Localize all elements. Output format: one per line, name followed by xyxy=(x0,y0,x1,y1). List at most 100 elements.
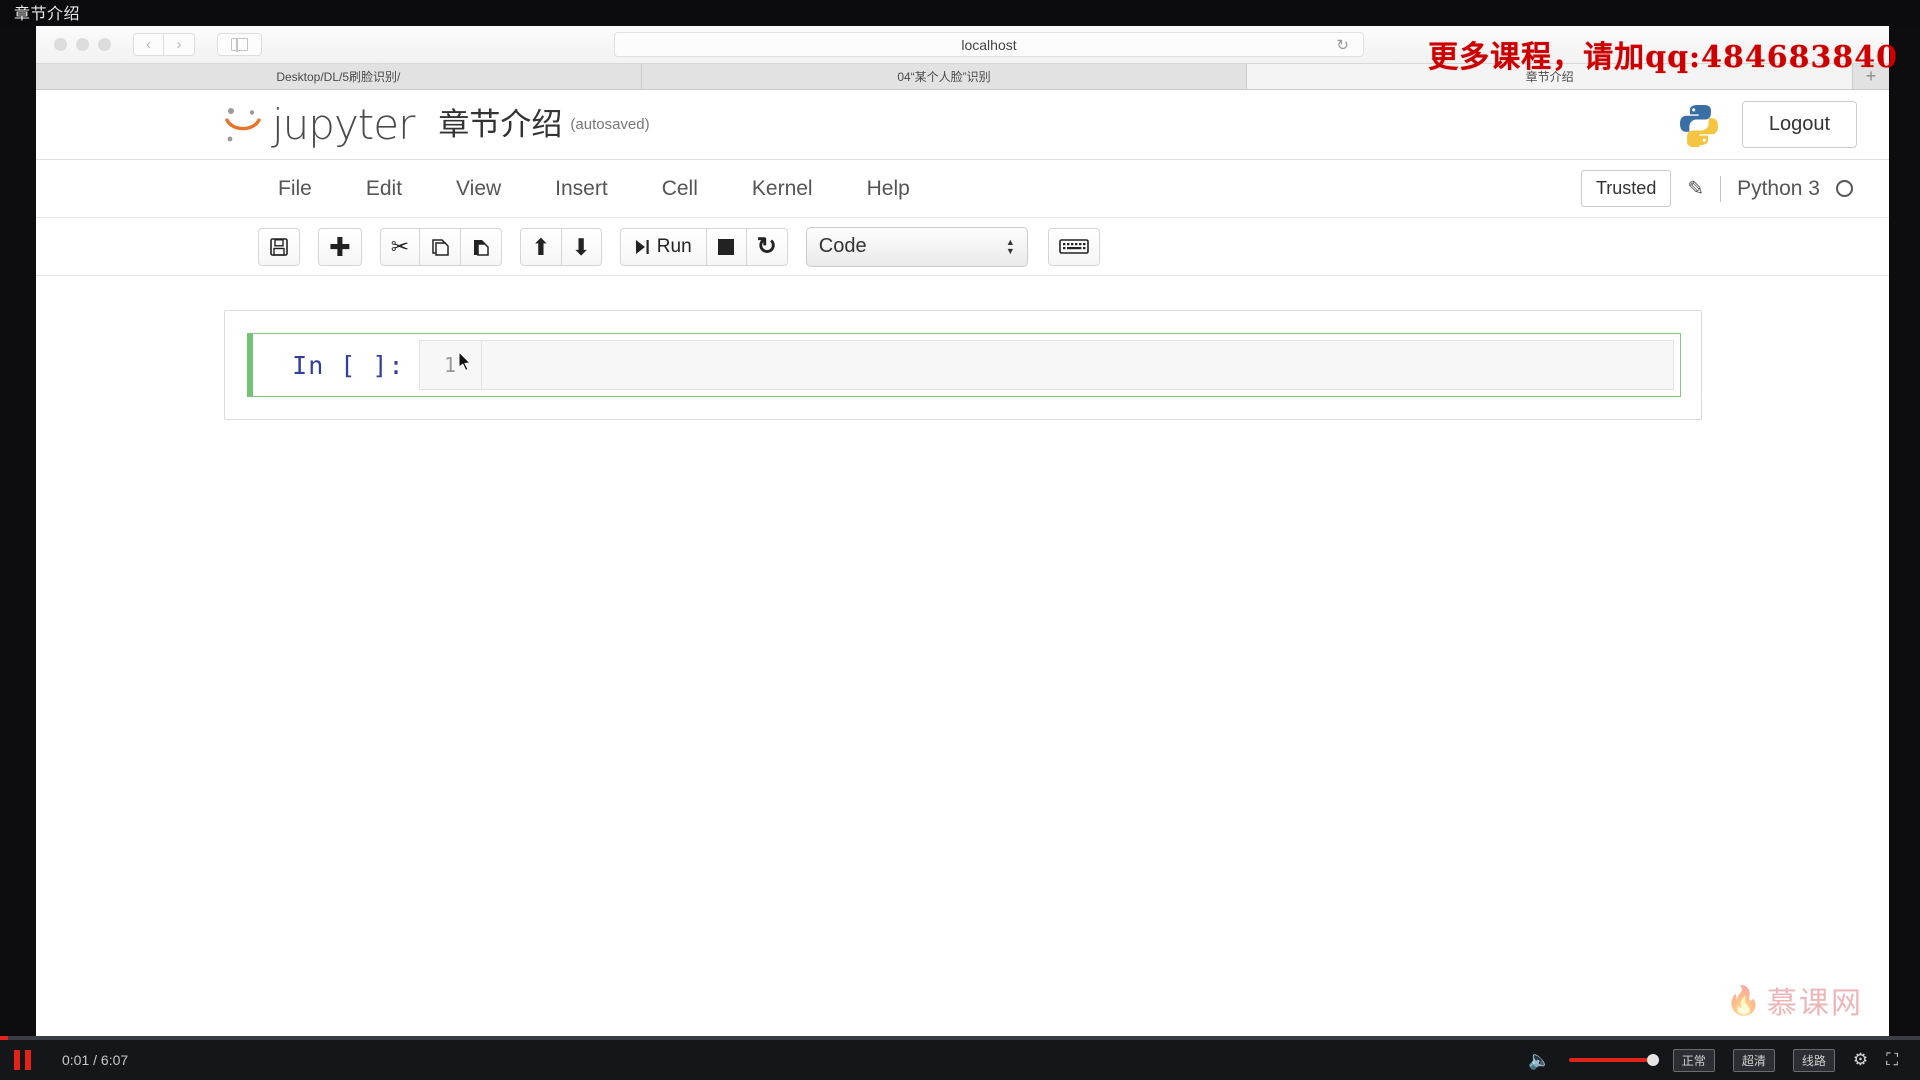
notebook-name[interactable]: 章节介绍 xyxy=(438,105,562,145)
restart-icon: ↻ xyxy=(756,232,777,260)
menu-cell[interactable]: Cell xyxy=(642,171,718,207)
back-icon[interactable]: ‹ xyxy=(133,33,164,56)
run-cell-button[interactable]: Run xyxy=(619,227,707,266)
move-group: ⬆ ⬇ xyxy=(520,227,602,266)
mooc-watermark: 🔥 慕课网 xyxy=(1726,978,1863,1022)
pause-bar-left xyxy=(14,1050,20,1070)
floppy-disk-icon xyxy=(270,237,288,256)
menu-help[interactable]: Help xyxy=(847,171,930,207)
save-status: (autosaved) xyxy=(570,115,650,133)
zoom-window-button[interactable] xyxy=(98,38,111,51)
browser-window: ‹ › localhost ↻ Desktop/DL/5刷脸识别/ 04“某个人… xyxy=(36,26,1889,1040)
save-button[interactable] xyxy=(258,227,300,266)
move-cell-down-button[interactable]: ⬇ xyxy=(561,227,602,266)
menu-edit[interactable]: Edit xyxy=(346,171,422,207)
volume-slider[interactable] xyxy=(1568,1054,1659,1066)
cell-prompt: In [ ]: xyxy=(292,350,405,380)
copy-icon xyxy=(432,238,449,256)
save-group xyxy=(258,227,300,266)
address-bar[interactable]: localhost ↻ xyxy=(614,32,1364,57)
video-timecode: 0:01 / 6:07 xyxy=(62,1052,129,1068)
divider xyxy=(1720,175,1722,202)
notebook-container: In [ ]: 1 xyxy=(223,310,1702,420)
video-controls-right: 🔈 正常 超清 线路 ⚙ ⛶ xyxy=(1528,1048,1920,1072)
address-bar-value: localhost xyxy=(961,36,1017,53)
kernel-name: Python 3 xyxy=(1737,176,1820,200)
volume-icon[interactable]: 🔈 xyxy=(1528,1050,1550,1071)
advertisement-overlay: 更多课程，请加qq:484683840 xyxy=(1428,40,1898,75)
interrupt-kernel-button[interactable] xyxy=(706,227,747,266)
sidebar-glyph xyxy=(231,37,248,52)
code-input-area[interactable] xyxy=(482,341,1673,389)
trusted-badge[interactable]: Trusted xyxy=(1580,170,1672,207)
jupyter-logo-icon xyxy=(222,104,264,146)
paste-icon xyxy=(474,239,489,256)
keyboard-shortcuts-button[interactable] xyxy=(1047,227,1100,266)
menu-kernel[interactable]: Kernel xyxy=(732,171,833,207)
insert-group: ✚ xyxy=(318,227,362,266)
route-button[interactable]: 线路 xyxy=(1792,1048,1835,1072)
video-control-bar: 0:01 / 6:07 🔈 正常 超清 线路 ⚙ ⛶ xyxy=(0,1036,1920,1080)
cell-editor[interactable]: 1 xyxy=(418,340,1674,390)
menu-insert[interactable]: Insert xyxy=(535,171,628,207)
browser-tab-0-label: Desktop/DL/5刷脸识别/ xyxy=(276,70,401,84)
fullscreen-icon[interactable]: ⛶ xyxy=(1886,1050,1898,1070)
browser-tab-1-label: 04“某个人脸”识别 xyxy=(897,70,991,84)
keyboard-group xyxy=(1047,227,1100,266)
keyboard-icon xyxy=(1058,239,1089,254)
menu-file[interactable]: File xyxy=(258,171,332,207)
menubar-right-group: Trusted ✎ Python 3 xyxy=(1580,170,1853,207)
header-right-group: Logout xyxy=(1678,101,1857,148)
kernel-idle-circle-icon[interactable] xyxy=(1836,180,1853,197)
pencil-icon[interactable]: ✎ xyxy=(1687,176,1704,201)
video-player: 章节介绍 ‹ › localhost ↻ Desktop/DL/5刷脸识别/ 0… xyxy=(0,0,1920,1080)
pause-icon[interactable] xyxy=(14,1050,36,1070)
cell-type-select[interactable]: Code ▲ ▼ xyxy=(805,226,1028,267)
run-icon xyxy=(635,239,649,254)
sidebar-toggle-icon[interactable] xyxy=(217,33,262,56)
stop-square-icon xyxy=(718,238,735,255)
arrow-up-icon: ⬆ xyxy=(531,233,551,260)
quality-normal-button[interactable]: 正常 xyxy=(1672,1048,1715,1072)
scissors-icon: ✂ xyxy=(390,233,410,259)
gear-icon[interactable]: ⚙ xyxy=(1853,1050,1868,1070)
jupyter-header: jupyter 章节介绍 (autosaved) Logout xyxy=(36,90,1889,160)
code-cell[interactable]: In [ ]: 1 xyxy=(246,333,1681,397)
flame-icon: 🔥 xyxy=(1726,984,1761,1016)
notebook-body: In [ ]: 1 xyxy=(36,276,1889,420)
run-button-label: Run xyxy=(656,235,692,257)
python-logo-icon xyxy=(1678,103,1720,147)
minimize-window-button[interactable] xyxy=(76,38,89,51)
paste-cell-button[interactable] xyxy=(461,227,503,266)
volume-slider-knob[interactable] xyxy=(1646,1054,1659,1066)
run-group: Run ↻ xyxy=(619,227,788,266)
restart-kernel-button[interactable]: ↻ xyxy=(746,227,788,266)
logout-button[interactable]: Logout xyxy=(1741,101,1857,148)
video-progress-bar[interactable] xyxy=(0,1036,1920,1040)
jupyter-menubar: File Edit View Insert Cell Kernel Help T… xyxy=(36,160,1889,218)
edit-group: ✂ xyxy=(379,227,503,266)
browser-tab-0[interactable]: Desktop/DL/5刷脸识别/ xyxy=(36,64,642,89)
arrow-down-icon: ⬇ xyxy=(571,233,591,260)
move-cell-up-button[interactable]: ⬆ xyxy=(520,227,562,266)
jupyter-toolbar: ✚ ✂ ⬆ ⬇ Run ↻ Code ▲ ▼ xyxy=(36,218,1889,276)
window-traffic-lights[interactable] xyxy=(54,38,111,51)
chevron-updown-icon: ▲ ▼ xyxy=(1005,236,1015,256)
insert-cell-below-button[interactable]: ✚ xyxy=(318,227,362,266)
forward-icon[interactable]: › xyxy=(164,33,195,56)
cell-type-value: Code xyxy=(818,235,867,257)
reload-icon[interactable]: ↻ xyxy=(1336,36,1349,54)
browser-tab-1[interactable]: 04“某个人脸”识别 xyxy=(641,64,1248,89)
close-window-button[interactable] xyxy=(54,38,67,51)
navigation-buttons: ‹ › xyxy=(133,33,195,56)
copy-cell-button[interactable] xyxy=(420,227,462,266)
quality-hd-button[interactable]: 超清 xyxy=(1732,1048,1775,1072)
jupyter-notebook-page: jupyter 章节介绍 (autosaved) Logout File Edi… xyxy=(36,90,1889,1040)
jupyter-wordmark: jupyter xyxy=(272,99,415,149)
video-progress-fill xyxy=(0,1036,8,1040)
menu-view[interactable]: View xyxy=(436,171,521,207)
jupyter-logo[interactable]: jupyter xyxy=(222,99,415,149)
plus-icon: ✚ xyxy=(329,231,351,262)
cut-cell-button[interactable]: ✂ xyxy=(379,227,421,266)
mooc-watermark-text: 慕课网 xyxy=(1767,987,1863,1020)
